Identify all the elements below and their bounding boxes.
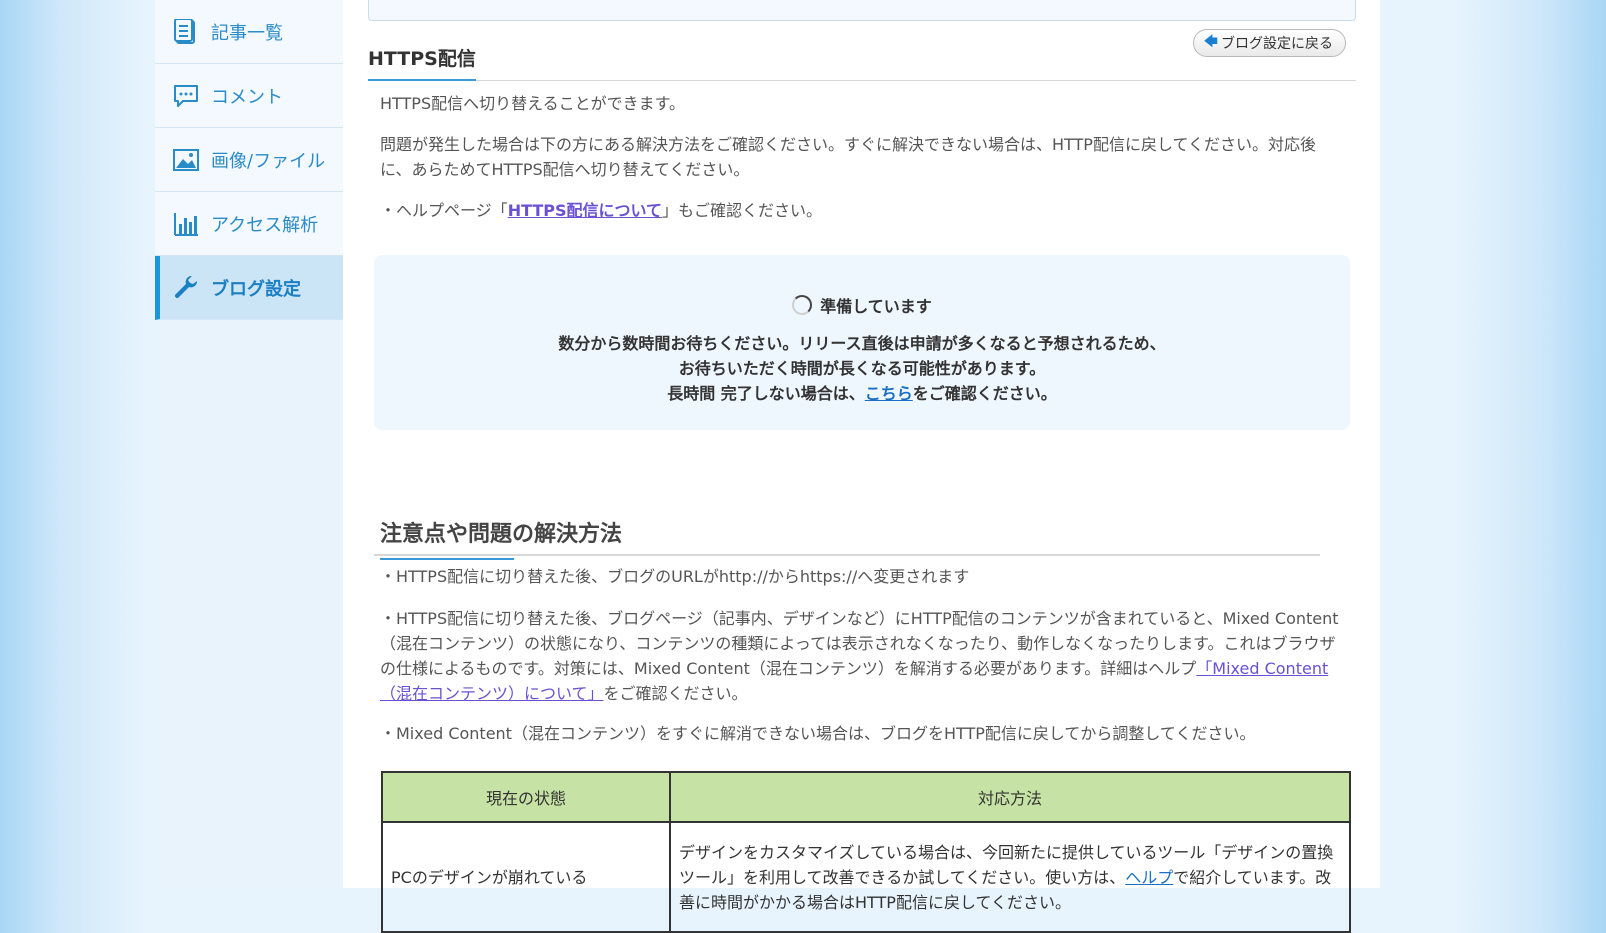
page-title: HTTPS配信 xyxy=(368,44,476,81)
note-2-text: ・HTTPS配信に切り替えた後、ブログページ（記事内、デザインなど）にHTTP配… xyxy=(380,609,1339,678)
table-cell-method: デザインをカスタマイズしている場合は、今回新たに提供しているツール「デザインの置… xyxy=(669,821,1351,933)
back-button-label: ブログ設定に戻る xyxy=(1221,36,1333,52)
status-line-1: 数分から数時間お待ちください。リリース直後は申請が多くなると予想されるため、 xyxy=(558,334,1166,353)
sidebar-item-blog-settings[interactable]: ブログ設定 xyxy=(155,256,343,320)
loading-spinner-icon xyxy=(792,295,813,315)
status-title: 準備しています xyxy=(820,297,932,316)
wrench-icon xyxy=(173,275,199,301)
article-list-icon xyxy=(173,18,199,45)
table-row: PCのデザインが崩れている デザインをカスタマイズしている場合は、今回新たに提供… xyxy=(381,821,1351,933)
sidebar: 記事一覧 コメント 画像/ファイル アクセス解析 ブログ設定 xyxy=(155,0,343,888)
notes-section-header: 注意点や問題の解決方法 xyxy=(374,510,1320,560)
sidebar-item-analytics[interactable]: アクセス解析 xyxy=(155,192,343,256)
status-panel: 準備しています 数分から数時間お待ちください。リリース直後は申請が多くなると予想… xyxy=(374,255,1350,430)
design-tool-help-link[interactable]: ヘルプ xyxy=(1125,868,1173,887)
table-cell-state: PCのデザインが崩れている xyxy=(381,821,671,933)
sidebar-item-label: 画像/ファイル xyxy=(211,150,326,172)
table-header-method: 対応方法 xyxy=(669,771,1351,823)
bar-chart-icon xyxy=(173,211,199,237)
sidebar-item-label: 記事一覧 xyxy=(211,22,283,44)
help-note: ・ヘルプページ「HTTPS配信について」もご確認ください。 xyxy=(380,198,1320,223)
back-to-settings-button[interactable]: 🡄 ブログ設定に戻る xyxy=(1192,29,1346,57)
solutions-table: 現在の状態 対応方法 PCのデザインが崩れている デザインをカスタマイズしている… xyxy=(381,771,1351,933)
sidebar-item-label: コメント xyxy=(211,86,283,108)
note-2: ・HTTPS配信に切り替えた後、ブログページ（記事内、デザインなど）にHTTP配… xyxy=(380,606,1340,706)
status-title-row: 準備しています xyxy=(374,293,1350,317)
page-header: HTTPS配信 🡄 ブログ設定に戻る xyxy=(368,29,1356,81)
note-2-suffix: をご確認ください。 xyxy=(603,684,748,703)
help-note-suffix: 」もご確認ください。 xyxy=(662,201,823,220)
table-header-state: 現在の状態 xyxy=(381,771,671,823)
note-3: ・Mixed Content（混在コンテンツ）をすぐに解消できない場合は、ブログ… xyxy=(380,724,1256,743)
top-panel xyxy=(368,0,1356,21)
status-line-3: 長時間 完了しない場合は、こちらをご確認ください。 xyxy=(374,381,1350,406)
comment-icon xyxy=(173,83,199,109)
status-line-2: お待ちいただく時間が長くなる可能性があります。 xyxy=(678,359,1046,378)
image-icon xyxy=(173,147,199,173)
status-line-3-prefix: 長時間 完了しない場合は、 xyxy=(667,384,865,403)
sidebar-item-comments[interactable]: コメント xyxy=(155,64,343,128)
notes-title: 注意点や問題の解決方法 xyxy=(380,516,622,560)
intro-text-1: HTTPS配信へ切り替えることができます。 xyxy=(380,94,686,113)
sidebar-item-articles[interactable]: 記事一覧 xyxy=(155,0,343,64)
note-1: ・HTTPS配信に切り替えた後、ブログのURLがhttp://からhttps:/… xyxy=(380,567,970,586)
sidebar-item-label: ブログ設定 xyxy=(211,278,301,300)
sidebar-item-images[interactable]: 画像/ファイル xyxy=(155,128,343,192)
help-note-prefix: ・ヘルプページ「 xyxy=(380,201,508,220)
table-header-row: 現在の状態 対応方法 xyxy=(381,771,1351,823)
intro-text-2: 問題が発生した場合は下の方にある解決方法をご確認ください。すぐに解決できない場合… xyxy=(380,135,1316,179)
status-line-3-suffix: をご確認ください。 xyxy=(912,384,1057,403)
main-content: HTTPS配信 🡄 ブログ設定に戻る HTTPS配信へ切り替えることができます。… xyxy=(343,0,1380,933)
https-help-link[interactable]: HTTPS配信について xyxy=(508,201,662,220)
status-message: 数分から数時間お待ちください。リリース直後は申請が多くなると予想されるため、 お… xyxy=(374,331,1350,406)
sidebar-item-label: アクセス解析 xyxy=(211,214,319,236)
back-arrow-icon: 🡄 xyxy=(1203,34,1218,50)
status-help-link[interactable]: こちら xyxy=(865,384,913,403)
